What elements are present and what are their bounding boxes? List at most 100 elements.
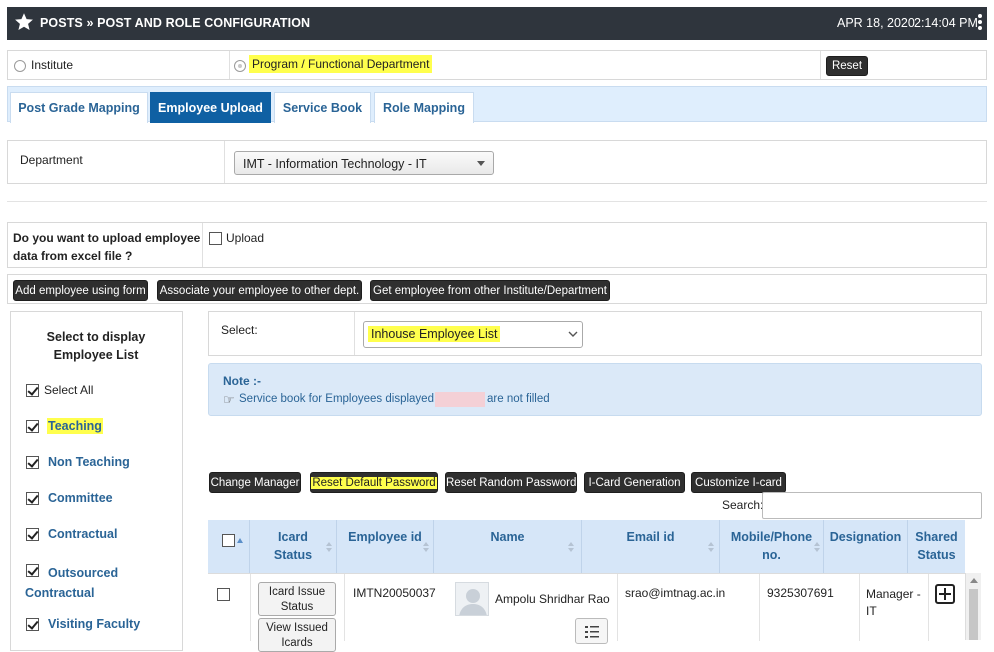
column-header-designation-label: Designation xyxy=(829,530,902,544)
chevron-down-icon xyxy=(568,331,578,337)
search-label: Search: xyxy=(722,498,764,512)
scope-divider-2 xyxy=(820,51,821,79)
teaching-checkbox[interactable] xyxy=(26,420,39,433)
column-header-mobile[interactable]: Mobile/Phone no. xyxy=(720,520,824,573)
reset-button[interactable]: Reset xyxy=(826,56,868,76)
shared-status-add-button[interactable] xyxy=(935,584,955,604)
column-header-name[interactable]: Name xyxy=(434,520,582,573)
note-text-before: Service book for Employees displayed in xyxy=(239,393,447,405)
department-select[interactable]: IMT - Information Technology - IT xyxy=(234,151,494,175)
scroll-up-icon[interactable] xyxy=(970,578,978,583)
user-silhouette-icon xyxy=(459,589,487,615)
sort-icon xyxy=(423,542,429,554)
sort-up-icon xyxy=(237,538,243,543)
column-header-designation[interactable]: Designation xyxy=(824,520,908,573)
cell-divider xyxy=(859,574,860,641)
employee-list-select-value: Inhouse Employee List xyxy=(368,326,501,342)
avatar xyxy=(455,582,489,616)
kebab-menu-icon[interactable] xyxy=(978,14,984,32)
dropdown-arrow-icon xyxy=(477,161,485,166)
upload-checkbox[interactable] xyxy=(209,232,222,245)
contractual-label[interactable]: Contractual xyxy=(48,527,117,541)
tab-service-book[interactable]: Service Book xyxy=(274,92,371,123)
non-teaching-checkbox[interactable] xyxy=(26,456,39,469)
tab-post-grade-mapping[interactable]: Post Grade Mapping xyxy=(10,92,148,123)
upload-divider xyxy=(202,223,203,267)
tab-bar: Post Grade Mapping Employee Upload Servi… xyxy=(7,86,987,123)
row-details-button[interactable] xyxy=(575,618,608,644)
search-input[interactable] xyxy=(762,492,982,519)
column-header-icard-status[interactable]: Icard Status xyxy=(250,520,337,573)
note-color-swatch xyxy=(435,392,485,407)
institute-label: Institute xyxy=(31,58,74,72)
page-title: POSTS » POST AND ROLE CONFIGURATION xyxy=(40,16,311,30)
upload-question: Do you want to upload employee data from… xyxy=(13,231,201,263)
list-select-divider xyxy=(354,312,355,355)
reset-random-password-button[interactable]: Reset Random Password xyxy=(445,472,577,493)
cell-divider xyxy=(344,574,345,641)
column-header-icard-status-label: Icard Status xyxy=(273,530,313,562)
select-all-column-header xyxy=(208,520,250,573)
get-employee-button[interactable]: Get employee from other Institute/Depart… xyxy=(370,280,610,301)
tab-role-mapping[interactable]: Role Mapping xyxy=(374,92,474,123)
select-all-label: Select All xyxy=(44,383,94,397)
scope-divider xyxy=(229,51,230,79)
department-divider xyxy=(224,141,225,183)
change-manager-button[interactable]: Change Manager xyxy=(209,472,301,493)
program-radio[interactable] xyxy=(234,60,246,72)
column-header-mobile-label: Mobile/Phone no. xyxy=(730,530,813,562)
employee-list-select[interactable]: Inhouse Employee List xyxy=(363,321,583,348)
table-scrollbar[interactable] xyxy=(965,573,981,640)
list-select-row: Select: Inhouse Employee List xyxy=(208,311,982,356)
filter-panel: Select to display Employee List Select A… xyxy=(10,311,183,651)
note-text-after: are not filled xyxy=(487,393,550,405)
add-employee-button[interactable]: Add employee using form xyxy=(13,280,148,301)
employee-id-cell: IMTN20050037 xyxy=(353,586,436,600)
visiting-faculty-label[interactable]: Visiting Faculty xyxy=(48,617,140,631)
select-all-checkbox[interactable] xyxy=(26,384,39,397)
contractual-checkbox[interactable] xyxy=(26,528,39,541)
sort-icon xyxy=(708,542,714,554)
icard-issue-status-button[interactable]: Icard Issue Status xyxy=(258,582,336,616)
upload-row: Do you want to upload employee data from… xyxy=(7,222,987,268)
column-header-employee-id-label: Employee id xyxy=(348,530,422,544)
sort-icon xyxy=(568,542,574,554)
list-icon xyxy=(585,626,599,638)
sort-icon xyxy=(814,542,820,554)
column-header-name-label: Name xyxy=(490,530,525,544)
filter-heading: Select to display Employee List xyxy=(46,330,146,362)
row-checkbox[interactable] xyxy=(217,588,230,601)
star-icon[interactable] xyxy=(14,12,34,32)
column-header-email[interactable]: Email id xyxy=(582,520,720,573)
reset-default-password-button[interactable]: Reset Default Password xyxy=(310,472,438,493)
page-header: POSTS » POST AND ROLE CONFIGURATION APR … xyxy=(7,7,987,40)
designation-cell: Manager - IT xyxy=(866,587,921,618)
institute-radio[interactable] xyxy=(14,60,26,72)
icard-generation-button[interactable]: I-Card Generation xyxy=(584,472,685,493)
header-date: APR 18, 2020 xyxy=(837,16,915,30)
visiting-faculty-checkbox[interactable] xyxy=(26,618,39,631)
name-cell: Ampolu Shridhar Rao xyxy=(495,592,610,606)
outsourced-contractual-label[interactable]: Outsourced Contractual xyxy=(25,563,135,603)
select-all-rows-checkbox[interactable] xyxy=(222,534,235,547)
department-label: Department xyxy=(20,153,83,167)
non-teaching-label[interactable]: Non Teaching xyxy=(48,455,130,469)
column-header-employee-id[interactable]: Employee id xyxy=(337,520,434,573)
tab-employee-upload[interactable]: Employee Upload xyxy=(150,92,271,123)
program-label: Program / Functional Department xyxy=(249,55,433,73)
table-row: Icard Issue Status View Issued Icards IM… xyxy=(208,573,965,652)
committee-checkbox[interactable] xyxy=(26,492,39,505)
committee-label[interactable]: Committee xyxy=(48,491,113,505)
scrollbar-thumb[interactable] xyxy=(969,589,978,640)
customize-icard-button[interactable]: Customize I-card xyxy=(691,472,786,493)
view-issued-icards-button[interactable]: View Issued Icards xyxy=(258,618,336,652)
teaching-label[interactable]: Teaching xyxy=(47,418,103,434)
section-divider xyxy=(7,201,987,202)
column-header-shared-status[interactable]: Shared Status xyxy=(908,520,965,573)
cell-divider xyxy=(928,574,929,641)
column-header-shared-status-label: Shared Status xyxy=(915,530,958,562)
associate-employee-button[interactable]: Associate your employee to other dept. xyxy=(157,280,362,301)
reset-default-password-label: Reset Default Password xyxy=(311,477,437,489)
department-select-value: IMT - Information Technology - IT xyxy=(243,157,427,171)
column-header-email-label: Email id xyxy=(626,530,675,544)
